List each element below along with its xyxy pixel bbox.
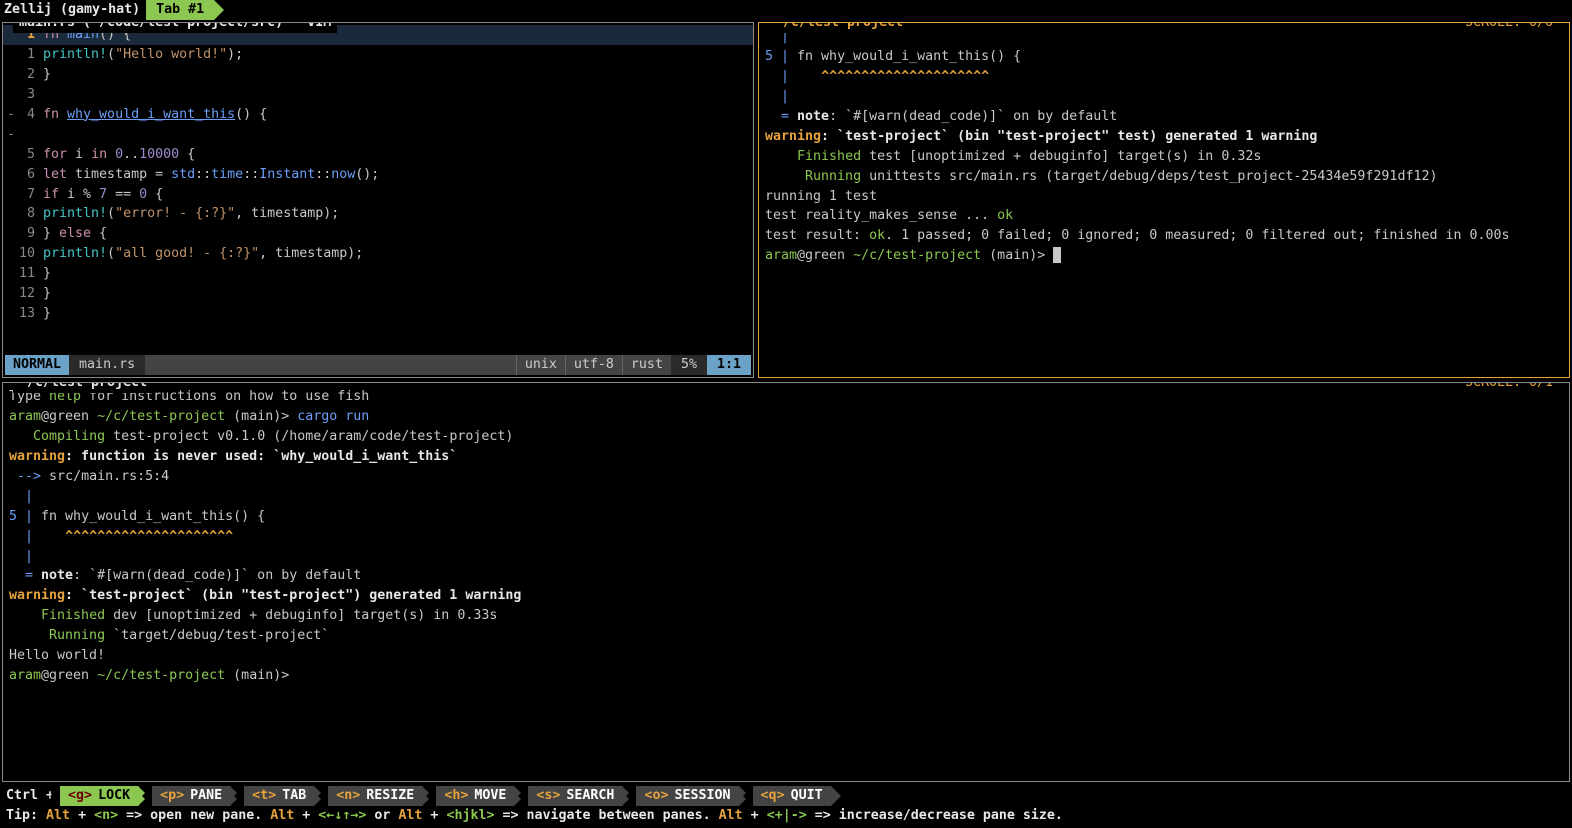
terminal-line: 5 | fn why_would_i_want_this() { — [9, 507, 1563, 527]
status-bar: Ctrl + <g>LOCK <p>PANE <t>TAB <n>RESIZE <h>MO… — [0, 784, 1572, 828]
keybar-prefix: Ctrl + — [6, 786, 54, 806]
pane-title-vim: main.rs (~/code/test-project/src) - VIM — [13, 22, 337, 33]
code-line[interactable]: 3 — [3, 85, 753, 105]
tip-line: Tip: Alt + <n> => open new pane. Alt + <… — [6, 806, 1566, 826]
tab-1[interactable]: Tab #1 — [146, 0, 214, 20]
terminal-line: Finished dev [unoptimized + debuginfo] t… — [9, 606, 1563, 626]
mode-button-pane[interactable]: <p>PANE — [152, 786, 230, 806]
terminal-line: warning: `test-project` (bin "test-proje… — [765, 127, 1563, 147]
terminal-line: = note: `#[warn(dead_code)]` on by defau… — [9, 566, 1563, 586]
vim-status-bar: NORMAL main.rs unix utf-8 rust 5% 1:1 — [5, 355, 751, 375]
code-line[interactable]: 11 } — [3, 264, 753, 284]
code-line[interactable]: 10 println!("all good! - {:?}", timestam… — [3, 244, 753, 264]
terminal-line: Finished test [unoptimized + debuginfo] … — [765, 147, 1563, 167]
session-name: Zellij (gamy-hat) — [4, 0, 140, 20]
mode-button-lock[interactable]: <g>LOCK — [60, 786, 138, 806]
terminal-line: test result: ok. 1 passed; 0 failed; 0 i… — [765, 226, 1563, 246]
terminal-line: Running unittests src/main.rs (target/de… — [765, 167, 1563, 187]
pane-title-test: ~/c/test-project — [769, 22, 909, 33]
scroll-indicator: SCROLL: 0/1 — [1459, 382, 1559, 393]
tab-bar: Zellij (gamy-hat) Tab #1 — [0, 0, 1572, 20]
terminal-line: test reality_makes_sense ... ok — [765, 206, 1563, 226]
vim-pos: 1:1 — [707, 355, 751, 375]
vim-file: main.rs — [69, 355, 145, 375]
terminal-line: Hello world! — [9, 646, 1563, 666]
vim-seg-enc: utf-8 — [565, 355, 622, 375]
pane-run[interactable]: ~/c/test-project SCROLL: 0/1 Type help f… — [2, 382, 1570, 782]
terminal-line: warning: `test-project` (bin "test-proje… — [9, 586, 1563, 606]
pane-title-run: ~/c/test-project — [13, 382, 153, 393]
terminal-line: aram@green ~/c/test-project (main)> — [9, 666, 1563, 686]
code-line[interactable]: 12 } — [3, 284, 753, 304]
mode-button-quit[interactable]: <q>QUIT — [753, 786, 831, 806]
terminal-line: = note: `#[warn(dead_code)]` on by defau… — [765, 107, 1563, 127]
terminal-line: Compiling test-project v0.1.0 (/home/ara… — [9, 427, 1563, 447]
code-line[interactable]: 9 } else { — [3, 224, 753, 244]
mode-button-move[interactable]: <h>MOVE — [436, 786, 514, 806]
terminal-line: aram@green ~/c/test-project (main)> — [765, 246, 1563, 266]
code-line[interactable]: 1 println!("Hello world!"); — [3, 45, 753, 65]
terminal-line: | — [765, 87, 1563, 107]
code-line[interactable]: --4fn why_would_i_want_this() { — [3, 105, 753, 145]
scroll-indicator: SCROLL: 0/6 — [1459, 22, 1559, 33]
code-line[interactable]: 2} — [3, 65, 753, 85]
code-line[interactable]: 5 for i in 0..10000 { — [3, 145, 753, 165]
terminal-line: running 1 test — [765, 187, 1563, 207]
terminal-line: | — [9, 547, 1563, 567]
terminal-line: Type help for instructions on how to use… — [9, 387, 1563, 407]
terminal-line: --> src/main.rs:5:4 — [9, 467, 1563, 487]
terminal-line: Running `target/debug/test-project` — [9, 626, 1563, 646]
terminal-line: | ^^^^^^^^^^^^^^^^^^^^^ — [9, 527, 1563, 547]
vim-seg-unix: unix — [516, 355, 565, 375]
code-line[interactable]: 7 if i % 7 == 0 { — [3, 185, 753, 205]
terminal-line: warning: function is never used: `why_wo… — [9, 447, 1563, 467]
terminal-line: aram@green ~/c/test-project (main)> carg… — [9, 407, 1563, 427]
mode-button-session[interactable]: <o>SESSION — [636, 786, 738, 806]
pane-test[interactable]: ~/c/test-project SCROLL: 0/6 | 5 | fn why… — [758, 22, 1570, 378]
terminal-line: | ^^^^^^^^^^^^^^^^^^^^^ — [765, 67, 1563, 87]
code-line[interactable]: 6 let timestamp = std::time::Instant::no… — [3, 165, 753, 185]
terminal-line: | — [9, 487, 1563, 507]
mode-button-tab[interactable]: <t>TAB — [244, 786, 314, 806]
vim-mode: NORMAL — [5, 355, 69, 375]
vim-seg-ft: rust — [622, 355, 671, 375]
code-line[interactable]: 8 println!("error! - {:?}", timestamp); — [3, 204, 753, 224]
code-line[interactable]: 13} — [3, 304, 753, 324]
mode-button-resize[interactable]: <n>RESIZE — [328, 786, 422, 806]
pane-vim[interactable]: main.rs (~/code/test-project/src) - VIM … — [2, 22, 754, 378]
terminal-line: 5 | fn why_would_i_want_this() { — [765, 47, 1563, 67]
mode-button-search[interactable]: <s>SEARCH — [528, 786, 622, 806]
vim-pct: 5% — [671, 355, 707, 375]
